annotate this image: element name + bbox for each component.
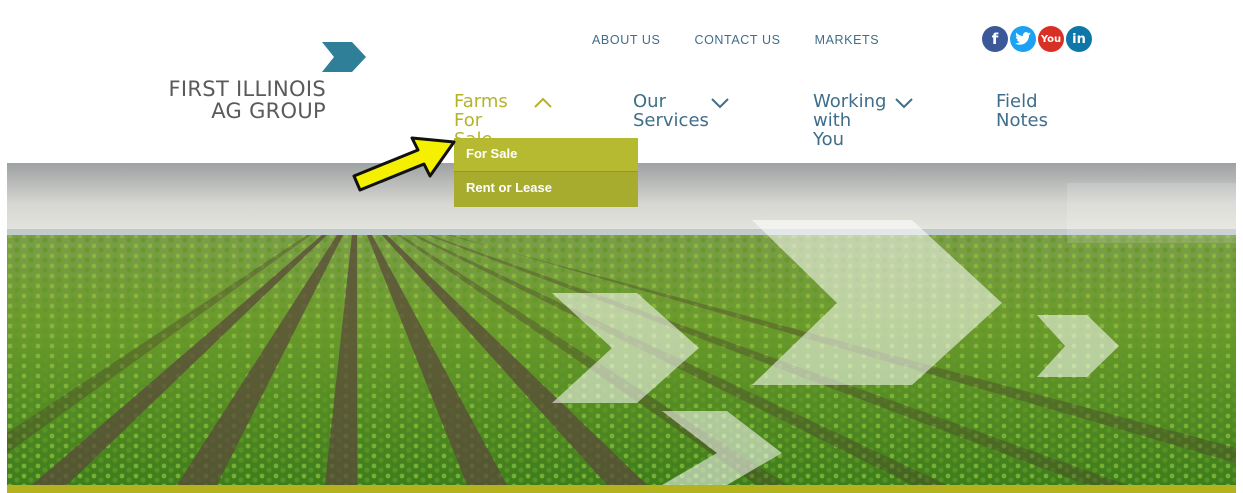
site-logo[interactable]: FIRST ILLINOIS AG GROUP [150,78,326,122]
nav-label-line1: Field [996,91,1038,112]
dropdown-item-for-sale[interactable]: For Sale [454,138,638,172]
facebook-icon[interactable]: f [982,26,1008,52]
chevron-down-icon [895,98,913,109]
youtube-icon[interactable]: You [1038,26,1064,52]
nav-label-line1: Working [813,91,887,112]
chevron-logo-icon[interactable] [322,42,366,72]
twitter-icon[interactable] [1010,26,1036,52]
utility-nav: ABOUT US CONTACT US MARKETS [592,33,913,47]
chevron-up-icon [534,97,552,108]
about-us-link[interactable]: ABOUT US [592,33,660,47]
nav-label-line2: Services [633,110,709,131]
social-links: f You in [982,26,1092,52]
hero-field-image [7,163,1236,485]
nav-field-notes[interactable]: Field Notes [996,92,1048,130]
chevron-down-icon [711,98,729,109]
footer-accent-bar [7,485,1236,493]
linkedin-icon[interactable]: in [1066,26,1092,52]
nav-label-line1: Farms [454,91,508,112]
logo-line-1: FIRST ILLINOIS [168,77,326,101]
farms-for-sale-dropdown: For Sale Rent or Lease [454,138,638,207]
nav-label-line2: with You [813,110,852,150]
site-header: FIRST ILLINOIS AG GROUP ABOUT US CONTACT… [0,0,1243,160]
contact-us-link[interactable]: CONTACT US [694,33,780,47]
logo-line-2: AG GROUP [211,99,326,123]
nav-label-line1: Our [633,91,666,112]
nav-working-with-you[interactable]: Working with You [813,91,913,150]
markets-link[interactable]: MARKETS [815,33,880,47]
nav-our-services[interactable]: Our Services [633,91,729,131]
dropdown-item-rent-or-lease[interactable]: Rent or Lease [454,172,638,206]
yellow-callout-arrow-icon [352,136,456,192]
nav-label-line2: Notes [996,110,1048,131]
